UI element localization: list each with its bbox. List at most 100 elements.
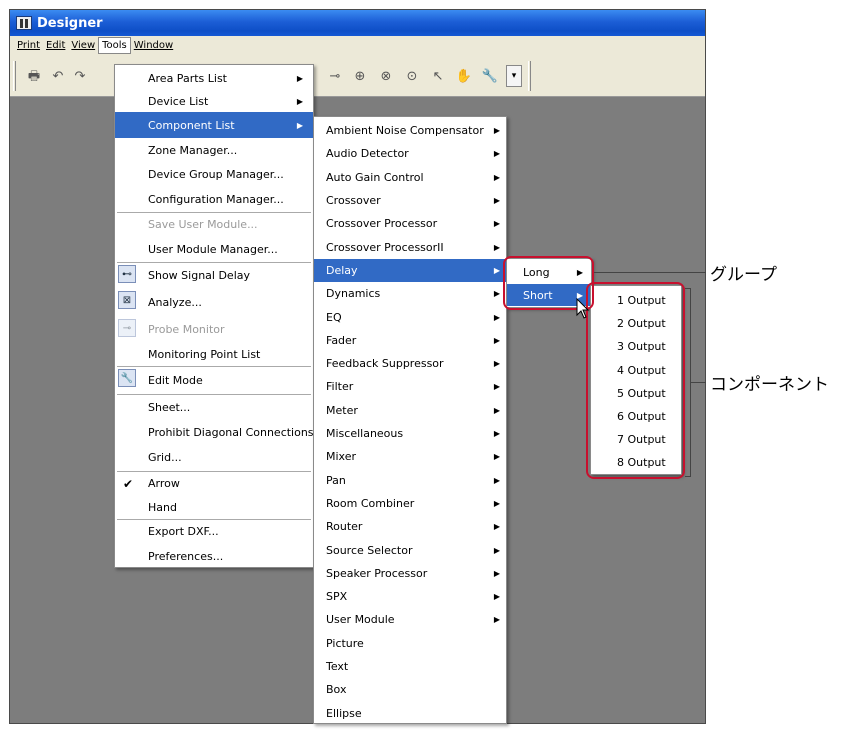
- tools-item-grid[interactable]: Grid...: [115, 445, 313, 470]
- component-item-miscellaneous[interactable]: Miscellaneous ▶: [314, 422, 506, 445]
- tools-item-user-module-manager[interactable]: User Module Manager...: [115, 237, 313, 261]
- menu-window[interactable]: Window: [131, 40, 176, 51]
- tools-item-prohibit-diagonal-connections[interactable]: Prohibit Diagonal Connections: [115, 420, 314, 444]
- component-item-picture[interactable]: Picture: [314, 632, 506, 655]
- component-item-ellipse[interactable]: Ellipse: [314, 702, 506, 725]
- edit-mode-icon[interactable]: 🔧: [480, 67, 500, 87]
- menu-item-label: Fader: [326, 333, 357, 347]
- component-item-meter[interactable]: Meter ▶: [314, 399, 506, 422]
- menu-item-label: Monitoring Point List: [148, 348, 261, 361]
- submenu-arrow-icon: ▶: [493, 615, 500, 625]
- submenu-arrow-icon: ▶: [493, 429, 500, 439]
- component-item-user-module[interactable]: User Module ▶: [314, 608, 506, 631]
- tools-item-export-dxf[interactable]: Export DXF...: [115, 520, 313, 543]
- component-item-eq[interactable]: EQ ▶: [314, 305, 506, 328]
- component-item-auto-gain-control[interactable]: Auto Gain Control ▶: [314, 166, 506, 189]
- menu-item-label: Pan: [326, 473, 346, 487]
- menu-item-label: Zone Manager...: [148, 144, 238, 157]
- menu-tools[interactable]: Tools: [98, 37, 131, 54]
- component-item-feedback-suppressor[interactable]: Feedback Suppressor ▶: [314, 352, 506, 375]
- submenu-arrow-icon: ▶: [493, 265, 500, 275]
- component-item-crossover-processor[interactable]: Crossover Processor ▶: [314, 212, 506, 235]
- menu-item-label: User Module: [326, 613, 395, 627]
- submenu-arrow-icon: ▶: [296, 120, 303, 130]
- tools-item-analyze[interactable]: ⊠ Analyze...: [115, 289, 313, 316]
- toolbar-grip[interactable]: [13, 61, 16, 91]
- component-item-audio-detector[interactable]: Audio Detector ▶: [314, 142, 506, 165]
- signal-delay-icon: ⊷: [118, 265, 136, 283]
- menu-item-label: Sheet...: [148, 400, 191, 414]
- menu-item-label: Source Selector: [326, 543, 413, 557]
- menu-item-label: SPX: [326, 590, 348, 604]
- toolbar-end-grip: [528, 61, 531, 91]
- redo-icon[interactable]: ↷: [70, 67, 90, 87]
- component-item-text[interactable]: Text: [314, 655, 506, 678]
- component-item-box[interactable]: Box: [314, 678, 506, 701]
- component-item-fader[interactable]: Fader ▶: [314, 329, 506, 352]
- menu-item-label: Preferences...: [148, 549, 224, 563]
- submenu-arrow-icon: ▶: [493, 452, 500, 462]
- menu-item-label: Crossover Processor: [326, 217, 438, 231]
- menu-item-label: Grid...: [148, 451, 182, 464]
- zoom-out-icon[interactable]: ⊗: [376, 67, 396, 87]
- probe-icon[interactable]: ⊸: [325, 67, 345, 87]
- component-item-crossover-processorii[interactable]: Crossover ProcessorII ▶: [314, 236, 506, 259]
- tools-item-device-list[interactable]: Device List ▶: [115, 91, 313, 112]
- component-item-dynamics[interactable]: Dynamics ▶: [314, 282, 506, 305]
- submenu-arrow-icon: ▶: [493, 312, 500, 322]
- arrow-icon[interactable]: ↖: [428, 67, 448, 87]
- tools-item-arrow[interactable]: ✔ Arrow: [115, 472, 313, 495]
- component-item-crossover[interactable]: Crossover ▶: [314, 189, 506, 212]
- tools-item-component-list[interactable]: Component List ▶: [115, 112, 313, 138]
- menu-edit[interactable]: Edit: [43, 40, 68, 51]
- menu-item-label: Analyze...: [148, 296, 202, 309]
- menu-item-label: Room Combiner: [326, 496, 415, 510]
- menu-view[interactable]: View: [68, 40, 98, 51]
- menu-item-label: Device Group Manager...: [148, 168, 284, 181]
- tools-item-edit-mode[interactable]: 🔧 Edit Mode: [115, 367, 313, 394]
- hand-icon[interactable]: ✋: [454, 67, 474, 87]
- submenu-arrow-icon: ▶: [493, 592, 500, 602]
- menu-item-label: Feedback Suppressor: [326, 357, 444, 371]
- tools-item-configuration-manager[interactable]: Configuration Manager...: [115, 187, 313, 212]
- tools-item-zone-manager[interactable]: Zone Manager...: [115, 139, 313, 162]
- component-item-pan[interactable]: Pan ▶: [314, 469, 506, 492]
- menu-item-label: Ambient Noise Compensator: [326, 124, 484, 138]
- print-icon[interactable]: 🖶: [24, 67, 44, 87]
- submenu-arrow-icon: ▶: [493, 359, 500, 369]
- tools-item-preferences[interactable]: Preferences...: [115, 544, 313, 568]
- component-bracket-top: [685, 288, 691, 289]
- component-item-filter[interactable]: Filter ▶: [314, 375, 506, 398]
- tools-item-device-group-manager[interactable]: Device Group Manager...: [115, 163, 313, 186]
- component-item-mixer[interactable]: Mixer ▶: [314, 445, 506, 468]
- component-annotation: コンポーネント: [710, 375, 829, 395]
- menu-print[interactable]: Print: [14, 40, 43, 51]
- tools-item-area-parts-list[interactable]: Area Parts List ▶: [115, 67, 313, 90]
- component-item-delay[interactable]: Delay ▶: [314, 258, 506, 283]
- menu-item-label: Crossover: [326, 194, 381, 208]
- submenu-arrow-icon: ▶: [493, 382, 500, 392]
- component-item-router[interactable]: Router ▶: [314, 515, 506, 538]
- component-item-room-combiner[interactable]: Room Combiner ▶: [314, 492, 506, 515]
- dropdown-icon[interactable]: ▾: [506, 65, 522, 87]
- component-item-source-selector[interactable]: Source Selector ▶: [314, 538, 506, 561]
- tools-item-hand[interactable]: Hand: [115, 496, 313, 519]
- tools-item-monitoring-point-list[interactable]: Monitoring Point List: [115, 343, 313, 366]
- submenu-arrow-icon: ▶: [296, 97, 303, 106]
- zoom-reset-icon[interactable]: ⊙: [402, 67, 422, 87]
- tools-item-sheet[interactable]: Sheet...: [115, 395, 313, 419]
- menu-item-label: Device List: [148, 95, 209, 108]
- menu-item-label: Filter: [326, 380, 354, 394]
- submenu-arrow-icon: ▶: [493, 196, 500, 206]
- window-title: Designer: [37, 15, 103, 31]
- menu-item-label: Meter: [326, 403, 358, 417]
- undo-icon[interactable]: ↶: [48, 67, 68, 87]
- menu-item-label: Dynamics: [326, 287, 381, 301]
- submenu-arrow-icon: ▶: [493, 219, 500, 229]
- menu-item-label: Text: [326, 660, 349, 674]
- component-item-speaker-processor[interactable]: Speaker Processor ▶: [314, 562, 506, 585]
- tools-item-show-signal-delay[interactable]: ⊷ Show Signal Delay: [115, 263, 313, 288]
- zoom-in-icon[interactable]: ⊕: [350, 67, 370, 87]
- component-item-spx[interactable]: SPX ▶: [314, 585, 506, 608]
- component-item-ambient-noise-compensator[interactable]: Ambient Noise Compensator ▶: [314, 119, 506, 142]
